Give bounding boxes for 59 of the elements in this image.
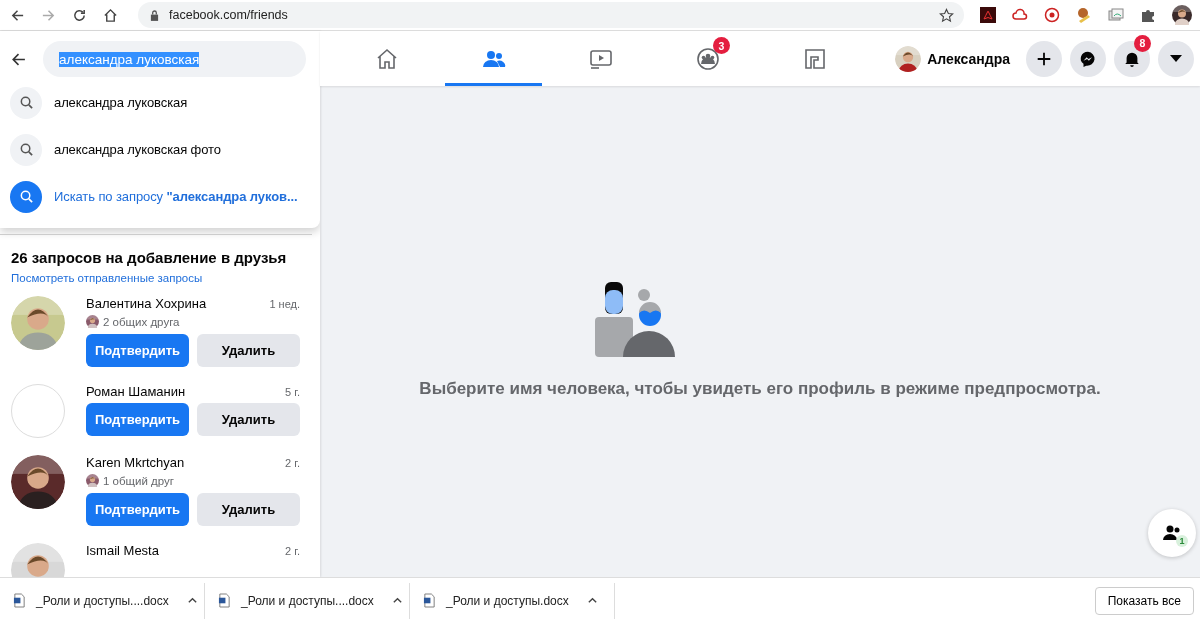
notification-badge: 8	[1134, 34, 1151, 52]
search-suggestion[interactable]: Искать по запросу "александра луков...	[0, 173, 320, 220]
download-item[interactable]: _Роли и доступы....docx	[0, 582, 205, 619]
groups-tab[interactable]: 3	[659, 31, 756, 86]
sent-requests-link[interactable]: Посмотреть отправленные запросы	[11, 272, 300, 284]
request-time: 2 г.	[285, 545, 300, 557]
person-name[interactable]: Роман Шаманин	[86, 384, 186, 399]
reload-icon[interactable]	[72, 7, 87, 23]
request-time: 1 нед.	[269, 298, 300, 310]
home-icon[interactable]	[103, 7, 118, 23]
show-all-button[interactable]: Показать все	[1094, 586, 1194, 615]
group-icon	[695, 46, 720, 71]
confirm-button[interactable]: Подтвердить	[86, 403, 189, 436]
notification-badge: 3	[713, 37, 730, 54]
count-badge: 1	[1176, 535, 1188, 547]
search-suggestion[interactable]: александра луковская фото	[0, 126, 320, 173]
confirm-button[interactable]: Подтвердить	[86, 493, 189, 526]
contacts-button[interactable]: 1	[1148, 509, 1196, 557]
search-suggestion[interactable]: александра луковская	[0, 79, 320, 126]
document-icon	[218, 593, 231, 608]
address-bar[interactable]: facebook.com/friends	[138, 2, 964, 28]
chat-bubble-icon	[1079, 49, 1097, 68]
chevron-up-icon[interactable]	[586, 595, 598, 606]
document-icon	[423, 593, 436, 608]
confirm-button[interactable]: Подтвердить	[86, 334, 189, 367]
account-menu-button[interactable]	[1158, 40, 1194, 77]
empty-state-message: Выберите имя человека, чтобы увидеть его профиль в режиме предпросмотра.	[419, 379, 1101, 399]
cards-icon[interactable]	[1108, 7, 1124, 23]
chevron-up-icon[interactable]	[186, 595, 198, 606]
request-time: 2 г.	[285, 457, 300, 469]
person-name[interactable]: Валентина Хохрина	[86, 296, 207, 311]
profile-chip[interactable]: Александра	[895, 45, 1010, 72]
person-name[interactable]: Ismail Mesta	[86, 543, 159, 558]
messenger-button[interactable]	[1070, 40, 1106, 77]
puzzle-icon[interactable]	[1140, 7, 1156, 23]
document-icon	[13, 593, 26, 608]
download-item[interactable]: _Роли и доступы.docx	[410, 582, 615, 619]
delete-button[interactable]: Удалить	[197, 493, 300, 526]
mutual-friends: 2 общих друга	[103, 315, 180, 328]
pdf-icon[interactable]	[980, 7, 996, 23]
record-icon[interactable]	[1044, 7, 1060, 23]
star-icon[interactable]	[939, 7, 954, 23]
chevron-up-icon[interactable]	[391, 595, 403, 606]
person-name[interactable]: Karen Mkrtchyan	[86, 455, 185, 470]
search-icon	[10, 133, 42, 166]
search-icon	[10, 86, 42, 119]
person-icon	[1162, 523, 1182, 543]
download-item[interactable]: _Роли и доступы....docx	[205, 582, 410, 619]
section-title: 26 запросов на добавление в друзья	[11, 249, 288, 266]
delete-button[interactable]: Удалить	[197, 403, 300, 436]
cloud-icon[interactable]	[1012, 7, 1028, 23]
request-time: 5 г.	[285, 386, 300, 398]
caret-icon	[1170, 55, 1182, 62]
mutual-friends: 1 общий друг	[103, 474, 174, 487]
search-icon	[10, 180, 42, 213]
lock-icon	[150, 9, 159, 21]
delete-button[interactable]: Удалить	[197, 334, 300, 367]
notifications-button[interactable]	[1114, 40, 1150, 77]
create-button[interactable]	[1026, 40, 1062, 77]
